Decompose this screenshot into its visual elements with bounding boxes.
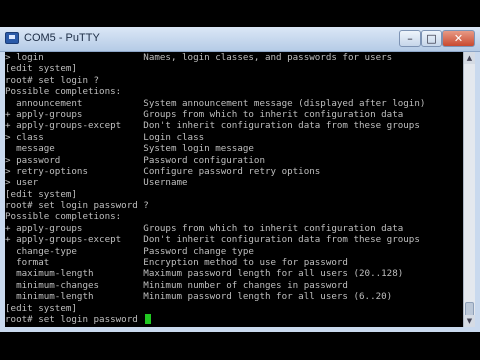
terminal-line: Possible completions: bbox=[5, 86, 122, 98]
text-cursor bbox=[145, 314, 152, 325]
putty-icon[interactable] bbox=[5, 32, 19, 44]
terminal-line: + apply-groups Groups from which to inhe… bbox=[5, 108, 404, 120]
window-title: COM5 - PuTTY bbox=[24, 32, 100, 44]
arrow-up-icon[interactable]: ▲ bbox=[464, 52, 475, 64]
terminal-line: > retry-options Configure password retry… bbox=[5, 165, 321, 177]
terminal-line: root# set login ? bbox=[5, 74, 100, 86]
maximize-button[interactable]: □ bbox=[421, 30, 442, 47]
terminal-line: [edit system] bbox=[5, 188, 77, 200]
terminal-line: maximum-length Maximum password length f… bbox=[5, 268, 404, 280]
terminal-output[interactable]: > login Names, login classes, and passwo… bbox=[5, 52, 463, 327]
terminal-line: [edit system] bbox=[5, 302, 77, 314]
putty-window: COM5 - PuTTY – □ ✕ > login Names, login … bbox=[0, 27, 480, 332]
terminal-line: format Encryption method to use for pass… bbox=[5, 257, 348, 269]
terminal-line: [edit system] bbox=[5, 63, 77, 75]
terminal-line: + apply-groups Groups from which to inhe… bbox=[5, 222, 404, 234]
close-button[interactable]: ✕ bbox=[442, 30, 475, 47]
terminal-line: root# set login password ? bbox=[5, 200, 149, 212]
terminal-line: minimum-changes Minimum number of change… bbox=[5, 279, 348, 291]
terminal-line: minimum-length Minimum password length f… bbox=[5, 291, 393, 303]
terminal-line: > password Password configuration bbox=[5, 154, 265, 166]
prompt-text: root# set login password bbox=[5, 313, 144, 325]
terminal-line: + apply-groups-except Don't inherit conf… bbox=[5, 234, 420, 246]
arrow-down-icon[interactable]: ▼ bbox=[464, 315, 475, 327]
terminal-line: message System login message bbox=[5, 143, 254, 155]
title-bar[interactable]: COM5 - PuTTY – □ ✕ bbox=[0, 27, 480, 52]
terminal-line: + apply-groups-except Don't inherit conf… bbox=[5, 120, 420, 132]
terminal-line: Possible completions: bbox=[5, 211, 122, 223]
terminal-lines: > login Names, login classes, and passwo… bbox=[5, 52, 463, 325]
vertical-scrollbar[interactable]: ▲ ▼ bbox=[463, 52, 475, 327]
terminal-line: change-type Password change type bbox=[5, 245, 254, 257]
terminal-line: > user Username bbox=[5, 177, 188, 189]
command-prompt[interactable]: root# set login password bbox=[5, 314, 463, 325]
terminal-line: > class Login class bbox=[5, 131, 205, 143]
terminal-line: > login Names, login classes, and passwo… bbox=[5, 52, 393, 63]
minimize-button[interactable]: – bbox=[399, 30, 421, 47]
terminal-line: announcement System announcement message… bbox=[5, 97, 426, 109]
